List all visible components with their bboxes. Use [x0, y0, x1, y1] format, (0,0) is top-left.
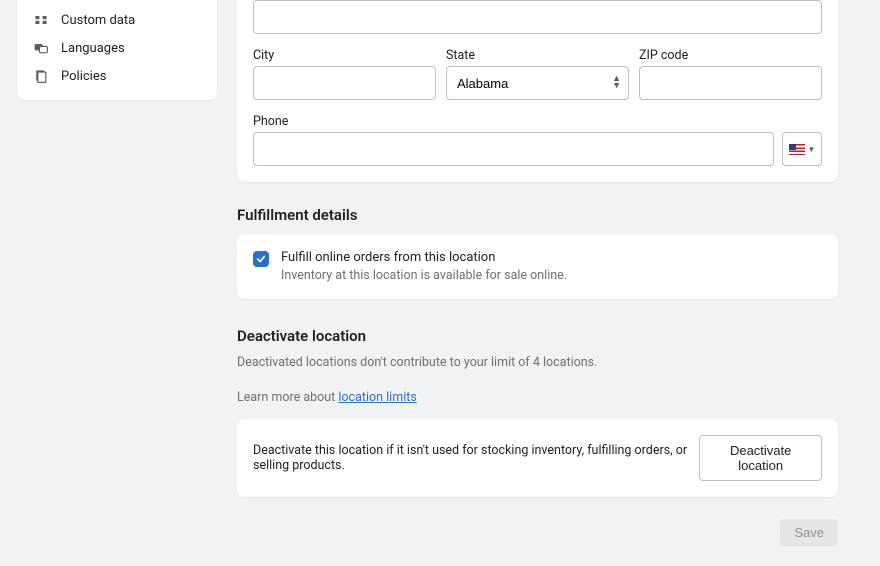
address-line2-input[interactable] [253, 0, 822, 34]
country-code-button[interactable]: ▼ [782, 132, 822, 166]
fulfill-checkbox-sub: Inventory at this location is available … [281, 268, 567, 283]
sidebar-item-label: Languages [61, 41, 125, 56]
settings-sidebar: Custom data Languages Policies [17, 0, 217, 100]
check-icon [256, 254, 266, 264]
zip-input[interactable] [639, 66, 822, 100]
fulfillment-card: Fulfill online orders from this location… [237, 234, 838, 299]
save-button[interactable]: Save [780, 519, 838, 546]
languages-icon [33, 40, 49, 56]
address-card: City State Alabama ▲▼ ZIP code [237, 0, 838, 182]
location-limits-link[interactable]: location limits [338, 390, 416, 405]
sidebar-item-policies[interactable]: Policies [17, 62, 217, 90]
main-content: City State Alabama ▲▼ ZIP code [237, 0, 838, 566]
sidebar-item-label: Policies [61, 69, 106, 84]
fulfill-checkbox[interactable] [253, 251, 269, 267]
sidebar-item-languages[interactable]: Languages [17, 34, 217, 62]
policies-icon [33, 68, 49, 84]
us-flag-icon [789, 144, 805, 155]
deactivate-location-button[interactable]: Deactivate location [699, 435, 822, 481]
deactivate-title: Deactivate location [237, 327, 838, 345]
learn-more-text: Learn more about location limits [237, 390, 838, 405]
phone-input[interactable] [253, 132, 774, 166]
fulfill-checkbox-label: Fulfill online orders from this location [281, 250, 567, 265]
city-label: City [253, 48, 436, 63]
city-input[interactable] [253, 66, 436, 100]
deactivate-card: Deactivate this location if it isn't use… [237, 419, 838, 497]
chevron-down-icon: ▼ [808, 145, 816, 154]
custom-data-icon [33, 12, 49, 28]
state-select[interactable]: Alabama [446, 66, 629, 100]
deactivate-subtitle: Deactivated locations don't contribute t… [237, 355, 838, 370]
phone-label: Phone [253, 114, 822, 129]
deactivate-card-text: Deactivate this location if it isn't use… [253, 443, 699, 473]
sidebar-item-custom-data[interactable]: Custom data [17, 6, 217, 34]
save-row: Save [237, 519, 838, 566]
state-label: State [446, 48, 629, 63]
fulfillment-title: Fulfillment details [237, 206, 838, 224]
sidebar-item-label: Custom data [61, 13, 135, 28]
zip-label: ZIP code [639, 48, 822, 63]
